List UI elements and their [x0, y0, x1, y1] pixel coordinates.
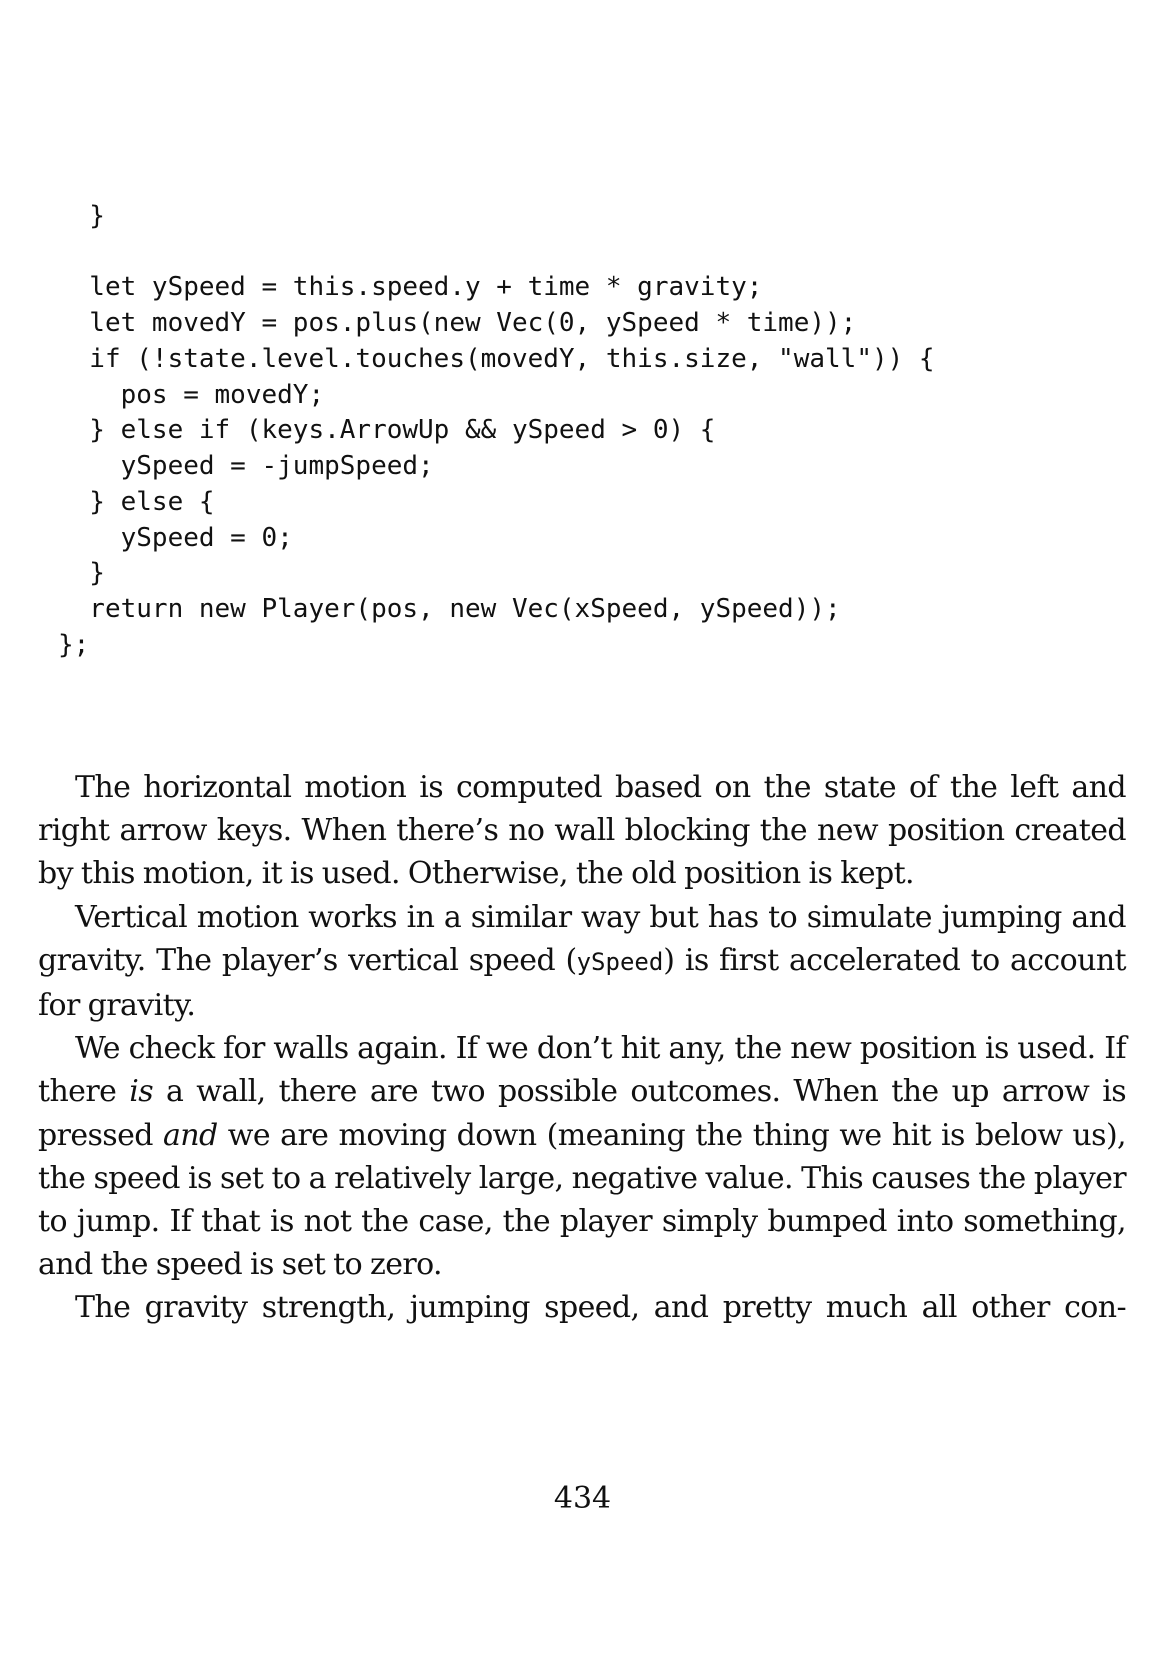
code-line: ySpeed = 0; [58, 523, 293, 553]
paragraph-vertical-motion: Vertical motion works in a similar way b… [38, 896, 1127, 1028]
page-number: 434 [553, 1481, 612, 1516]
code-line: return new Player(pos, new Vec(xSpeed, y… [58, 594, 841, 624]
code-line: } else if (keys.ArrowUp && ySpeed > 0) { [58, 415, 716, 445]
paragraph-wall-check: We check for walls again. If we don’t hi… [38, 1027, 1127, 1286]
code-line: ySpeed = -jumpSpeed; [58, 451, 434, 481]
code-line: } [58, 201, 105, 231]
paragraph-horizontal-motion: The horizontal motion is computed based … [38, 770, 1127, 892]
body-text: The horizontal motion is computed based … [38, 766, 1127, 1330]
code-line: }; [58, 630, 90, 660]
paragraph-gravity-constants: The gravity strength, jumping speed, and… [75, 1290, 1127, 1326]
emphasis-and: and [163, 1117, 218, 1153]
inline-code-yspeed: ySpeed [576, 947, 664, 976]
code-line: } else { [58, 487, 215, 517]
code-line: let movedY = pos.plus(new Vec(0, ySpeed … [58, 308, 857, 338]
code-line: } [58, 558, 105, 588]
code-line: if (!state.level.touches(movedY, this.si… [58, 344, 935, 374]
code-line: let ySpeed = this.speed.y + time * gravi… [58, 272, 763, 302]
code-line: pos = movedY; [58, 380, 325, 410]
emphasis-is: is [129, 1074, 154, 1110]
